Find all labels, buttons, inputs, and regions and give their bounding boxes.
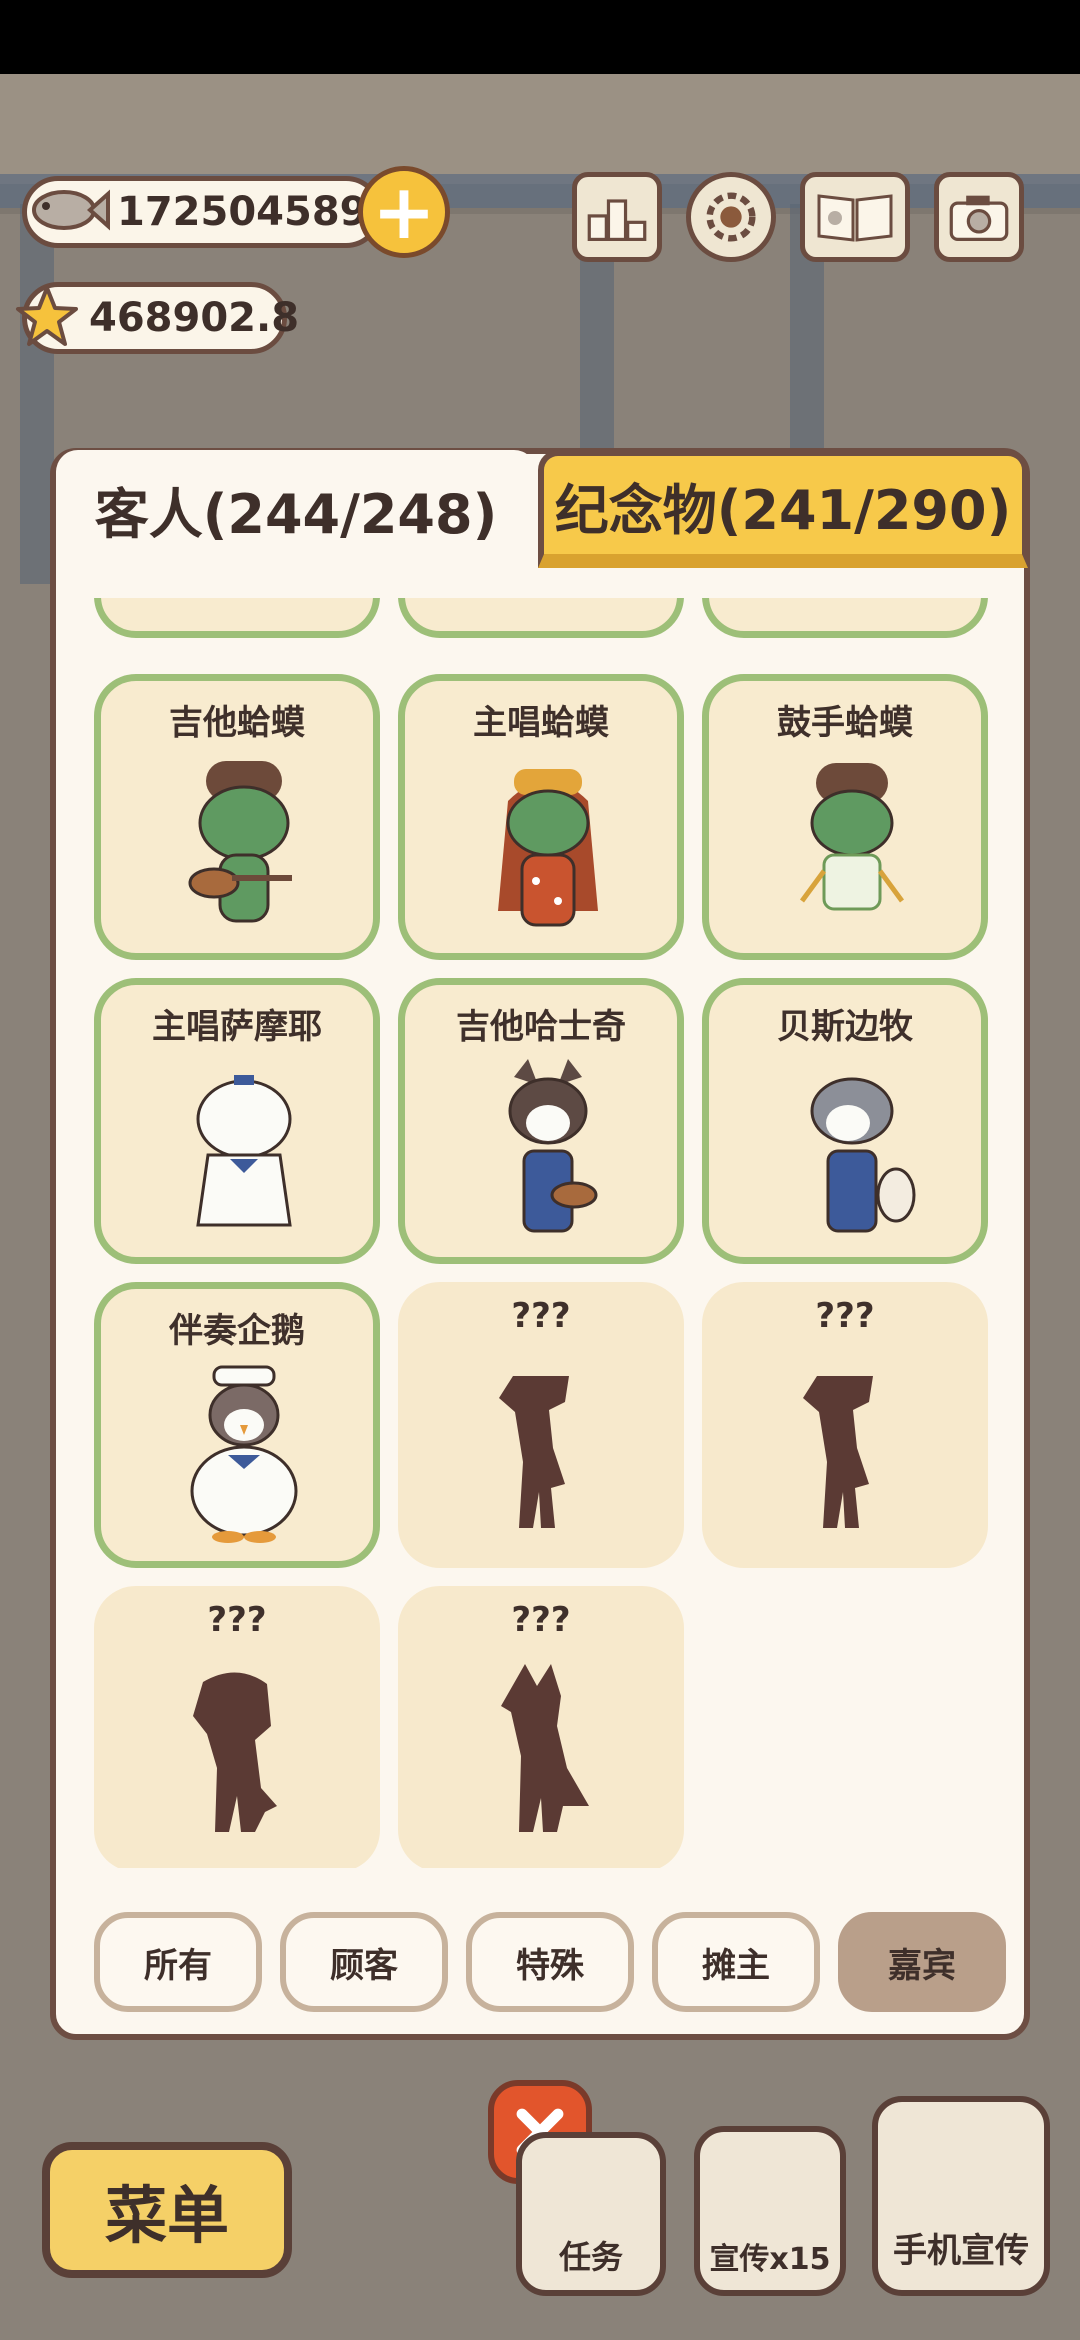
filter-guest[interactable]: 嘉宾 bbox=[838, 1912, 1006, 2012]
tab-guests[interactable]: 客人(244/248) bbox=[56, 450, 536, 568]
filter-vendor[interactable]: 摊主 bbox=[652, 1912, 820, 2012]
settings-gear-icon[interactable] bbox=[686, 172, 776, 262]
guest-card[interactable]: 主唱蛤蟆 bbox=[398, 674, 684, 960]
add-fish-button[interactable]: + bbox=[358, 166, 450, 258]
status-bar bbox=[0, 0, 1080, 74]
silhouette-icon bbox=[499, 1376, 569, 1528]
guest-card[interactable]: 吉他哈士奇 bbox=[398, 978, 684, 1264]
guest-card[interactable]: 主唱萨摩耶 bbox=[94, 978, 380, 1264]
guest-name: ??? bbox=[207, 1600, 267, 1640]
filter-customer[interactable]: 顾客 bbox=[280, 1912, 448, 2012]
filter-bar: 所有 顾客 特殊 摊主 嘉宾 bbox=[0, 1912, 1080, 2012]
silhouette-icon bbox=[803, 1376, 873, 1528]
samoyed-icon bbox=[196, 1075, 292, 1227]
guest-card-partial[interactable] bbox=[702, 598, 988, 638]
star-amount: 468902.8 bbox=[89, 295, 300, 341]
star-icon bbox=[16, 286, 78, 346]
penguin-icon bbox=[190, 1365, 298, 1543]
silhouette-dog-icon bbox=[193, 1672, 277, 1832]
phone-promo-button[interactable]: 手机宣传 bbox=[872, 2096, 1050, 2296]
menu-button[interactable]: 菜单 bbox=[42, 2142, 292, 2278]
guest-card[interactable]: 鼓手蛤蟆 bbox=[702, 674, 988, 960]
frog-guitar-icon bbox=[188, 761, 292, 923]
background-pillar bbox=[20, 204, 54, 584]
task-button[interactable]: 任务 bbox=[516, 2132, 666, 2296]
silhouette-wolf-icon bbox=[501, 1664, 589, 1832]
guest-name: ??? bbox=[511, 1600, 571, 1640]
guest-name: 伴奏企鹅 bbox=[169, 1311, 305, 1351]
guest-name: 主唱萨摩耶 bbox=[152, 1007, 322, 1047]
guest-name: 主唱蛤蟆 bbox=[473, 703, 609, 743]
guest-name: 吉他蛤蟆 bbox=[169, 703, 305, 743]
guest-name: 贝斯边牧 bbox=[777, 1007, 913, 1047]
fish-icon bbox=[32, 189, 110, 231]
frog-singer-icon bbox=[498, 769, 598, 927]
guest-name: ??? bbox=[511, 1296, 571, 1336]
camera-icon[interactable] bbox=[934, 172, 1024, 262]
filter-special[interactable]: 特殊 bbox=[466, 1912, 634, 2012]
promo-button[interactable]: 宣传x15 bbox=[694, 2126, 846, 2296]
guest-card-locked[interactable]: ??? bbox=[702, 1282, 988, 1568]
tab-souvenirs[interactable]: 纪念物(241/290) bbox=[538, 450, 1028, 568]
fish-amount: 1725045890 bbox=[117, 189, 396, 235]
ranking-icon[interactable] bbox=[572, 172, 662, 262]
guidebook-icon[interactable] bbox=[800, 172, 910, 262]
frog-drummer-icon bbox=[799, 763, 905, 911]
guest-name: 鼓手蛤蟆 bbox=[777, 703, 913, 743]
guest-card-locked[interactable]: ??? bbox=[398, 1282, 684, 1568]
guest-card-locked[interactable]: ??? bbox=[398, 1586, 684, 1868]
border-collie-icon bbox=[810, 1077, 916, 1233]
guest-name: 吉他哈士奇 bbox=[456, 1007, 626, 1047]
guest-card[interactable]: 吉他蛤蟆 bbox=[94, 674, 380, 960]
filter-all[interactable]: 所有 bbox=[94, 1912, 262, 2012]
guest-name: ??? bbox=[815, 1296, 875, 1336]
guest-grid: 吉他蛤蟆 主唱蛤蟆 鼓手蛤蟆 主唱萨摩耶 吉他哈士奇 贝斯边牧 伴奏企鹅 ???… bbox=[86, 598, 996, 1868]
guest-card-partial[interactable] bbox=[398, 598, 684, 638]
guest-card-locked[interactable]: ??? bbox=[94, 1586, 380, 1868]
guest-card[interactable]: 伴奏企鹅 bbox=[94, 1282, 380, 1568]
husky-icon bbox=[508, 1059, 598, 1233]
guest-card[interactable]: 贝斯边牧 bbox=[702, 978, 988, 1264]
guest-card-partial[interactable] bbox=[94, 598, 380, 638]
